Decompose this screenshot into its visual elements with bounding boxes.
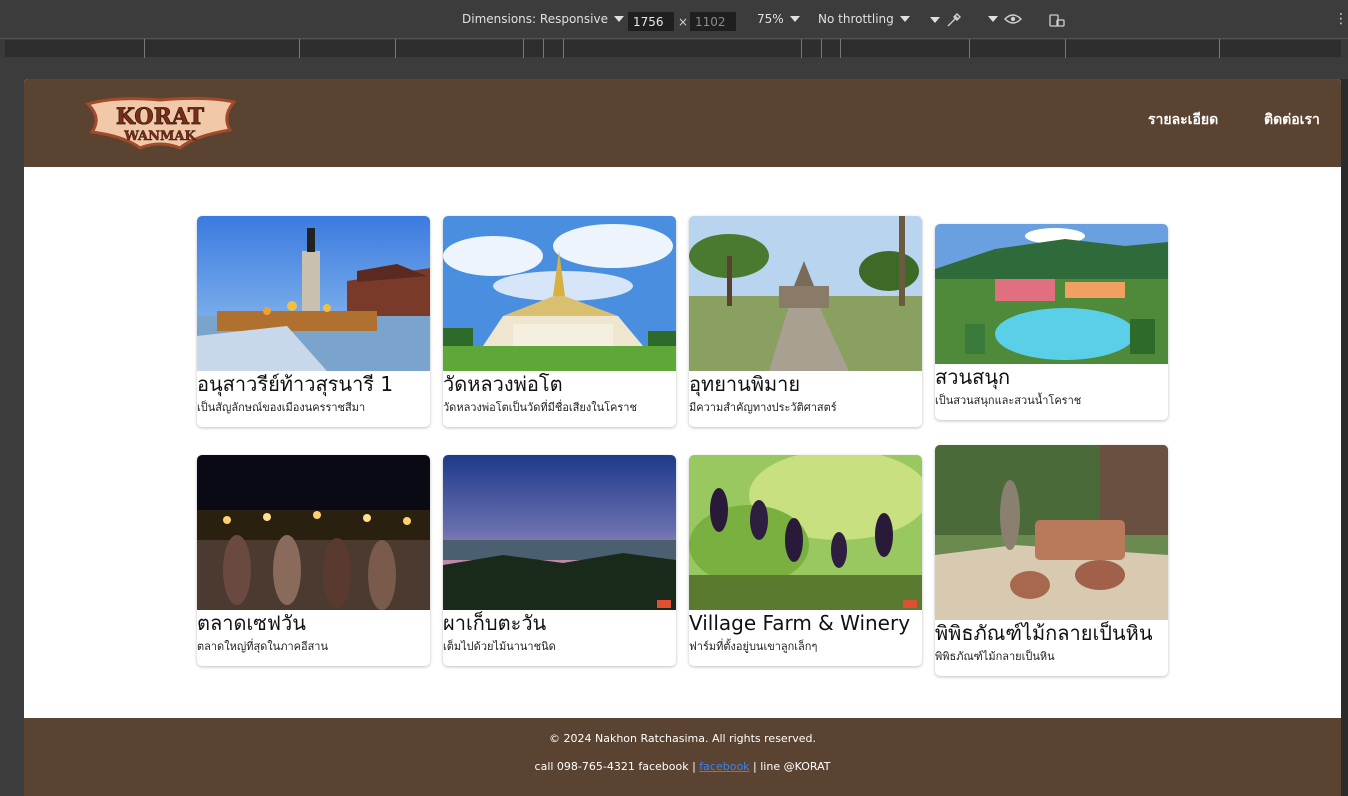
- media-query-ruler: [0, 38, 1348, 58]
- ruler-mark[interactable]: [1219, 39, 1220, 58]
- ruler-mark[interactable]: [523, 39, 524, 58]
- rotate-button[interactable]: [1048, 12, 1066, 28]
- card-description: มีความสำคัญทางประวัติศาสตร์: [689, 401, 837, 414]
- card-image: [443, 455, 676, 610]
- card-amusement-park[interactable]: สวนสนุก เป็นสวนสนุกและสวนน้ำโคราช: [935, 224, 1168, 420]
- rotate-icon: [1049, 14, 1065, 27]
- devtools-toolbar: Dimensions: Responsive 1756 × 1102 75% N…: [0, 0, 1348, 38]
- card-image: [689, 216, 922, 371]
- card-title: อนุสาวรีย์ท้าวสุรนารี 1: [197, 372, 394, 396]
- footer-contact-prefix: call 098-765-4321 facebook |: [534, 760, 696, 773]
- card-image: [935, 224, 1168, 364]
- ruler-mark[interactable]: [543, 39, 544, 58]
- chevron-down-icon: [930, 17, 940, 23]
- page-viewport: KORAT WANMAK รายละเอียด ติดต่อเรา อนุสาว…: [24, 79, 1341, 796]
- more-options-icon[interactable]: ⋮: [1334, 11, 1348, 27]
- viewport-scrollbar[interactable]: [1341, 79, 1348, 796]
- card-image: [443, 216, 676, 371]
- throttling-dropdown[interactable]: No throttling: [818, 12, 910, 26]
- card-title: อุทยานพิมาย: [689, 372, 801, 396]
- card-title: ผาเก็บตะวัน: [443, 611, 547, 635]
- ruler-mark[interactable]: [821, 39, 822, 58]
- card-title: วัดหลวงพ่อโต: [443, 372, 563, 396]
- card-description: วัดหลวงพ่อโตเป็นวัดที่มีชื่อเสียงในโคราช: [443, 401, 637, 414]
- korat-logo[interactable]: KORAT WANMAK: [84, 96, 236, 151]
- chevron-down-icon: [789, 16, 800, 22]
- card-description: ฟาร์มที่ตั้งอยู่บนเขาลูกเล็กๆ: [689, 640, 818, 653]
- ruler-mark[interactable]: [563, 39, 564, 58]
- dimensions-label: Dimensions: Responsive: [462, 12, 608, 26]
- footer-contact: call 098-765-4321 facebook | facebook | …: [24, 760, 1341, 773]
- ruler-mark[interactable]: [969, 39, 970, 58]
- card-image: [197, 455, 430, 610]
- card-pha-kep-tawan[interactable]: ผาเก็บตะวัน เต็มไปด้วยไม้นานาชนิด: [443, 455, 676, 666]
- height-input[interactable]: 1102: [690, 12, 736, 31]
- ruler-mark[interactable]: [299, 39, 300, 58]
- ruler-mark[interactable]: [801, 39, 802, 58]
- footer-copyright: © 2024 Nakhon Ratchasima. All rights res…: [549, 732, 816, 745]
- nav-contact[interactable]: ติดต่อเรา: [1264, 109, 1320, 131]
- card-image: [197, 216, 430, 371]
- card-title: พิพิธภัณฑ์ไม้กลายเป็นหิน: [935, 621, 1153, 645]
- card-description: เป็นสวนสนุกและสวนน้ำโคราช: [935, 394, 1082, 407]
- width-input[interactable]: 1756: [628, 12, 674, 31]
- chevron-down-icon: [899, 16, 910, 22]
- card-image: [689, 455, 922, 610]
- svg-text:WANMAK: WANMAK: [123, 129, 196, 144]
- times-separator: ×: [678, 15, 689, 29]
- site-footer: © 2024 Nakhon Ratchasima. All rights res…: [24, 718, 1341, 796]
- nav-details[interactable]: รายละเอียด: [1148, 109, 1218, 131]
- card-thao-suranari[interactable]: อนุสาวรีย์ท้าวสุรนารี 1 เป็นสัญลักษณ์ของ…: [197, 216, 430, 427]
- ruler-mark[interactable]: [395, 39, 396, 58]
- eye-icon: [1004, 14, 1022, 24]
- card-title: ตลาดเซฟวัน: [197, 611, 306, 635]
- card-description: พิพิธภัณฑ์ไม้กลายเป็นหิน: [935, 650, 1055, 663]
- card-title: Village Farm & Winery: [689, 611, 911, 635]
- card-description: เป็นสัญลักษณ์ของเมืองนครราชสีมา: [197, 401, 366, 414]
- vision-dropdown[interactable]: [988, 12, 1022, 26]
- card-wat-luang-pho-to[interactable]: วัดหลวงพ่อโต วัดหลวงพ่อโตเป็นวัดที่มีชื่…: [443, 216, 676, 427]
- chevron-down-icon: [613, 16, 624, 22]
- eyedropper-icon: [947, 13, 961, 27]
- ruler-mark[interactable]: [144, 39, 145, 58]
- card-save-one-market[interactable]: ตลาดเซฟวัน ตลาดใหญ่ที่สุดในภาคอีสาน: [197, 455, 430, 666]
- zoom-dropdown[interactable]: 75%: [757, 12, 800, 26]
- card-village-farm[interactable]: Village Farm & Winery ฟาร์มที่ตั้งอยู่บน…: [689, 455, 922, 666]
- card-image: [935, 445, 1168, 620]
- ruler-bar: [5, 40, 1341, 57]
- zoom-label: 75%: [757, 12, 784, 26]
- eyedropper-dropdown[interactable]: [930, 12, 962, 28]
- card-description: ตลาดใหญ่ที่สุดในภาคอีสาน: [197, 640, 329, 653]
- facebook-link[interactable]: facebook: [699, 760, 749, 773]
- site-header: KORAT WANMAK รายละเอียด ติดต่อเรา: [24, 79, 1341, 167]
- throttling-label: No throttling: [818, 12, 894, 26]
- footer-contact-suffix: | line @KORAT: [753, 760, 831, 773]
- ruler-mark[interactable]: [1065, 39, 1066, 58]
- card-description: เต็มไปด้วยไม้นานาชนิด: [443, 640, 556, 653]
- chevron-down-icon: [988, 16, 998, 22]
- card-phimai-park[interactable]: อุทยานพิมาย มีความสำคัญทางประวัติศาสตร์: [689, 216, 922, 427]
- card-title: สวนสนุก: [935, 365, 1011, 389]
- ruler-mark[interactable]: [840, 39, 841, 58]
- svg-text:KORAT: KORAT: [116, 104, 205, 130]
- dimensions-dropdown[interactable]: Dimensions: Responsive: [462, 12, 624, 26]
- card-petrified-wood-museum[interactable]: พิพิธภัณฑ์ไม้กลายเป็นหิน พิพิธภัณฑ์ไม้กล…: [935, 445, 1168, 676]
